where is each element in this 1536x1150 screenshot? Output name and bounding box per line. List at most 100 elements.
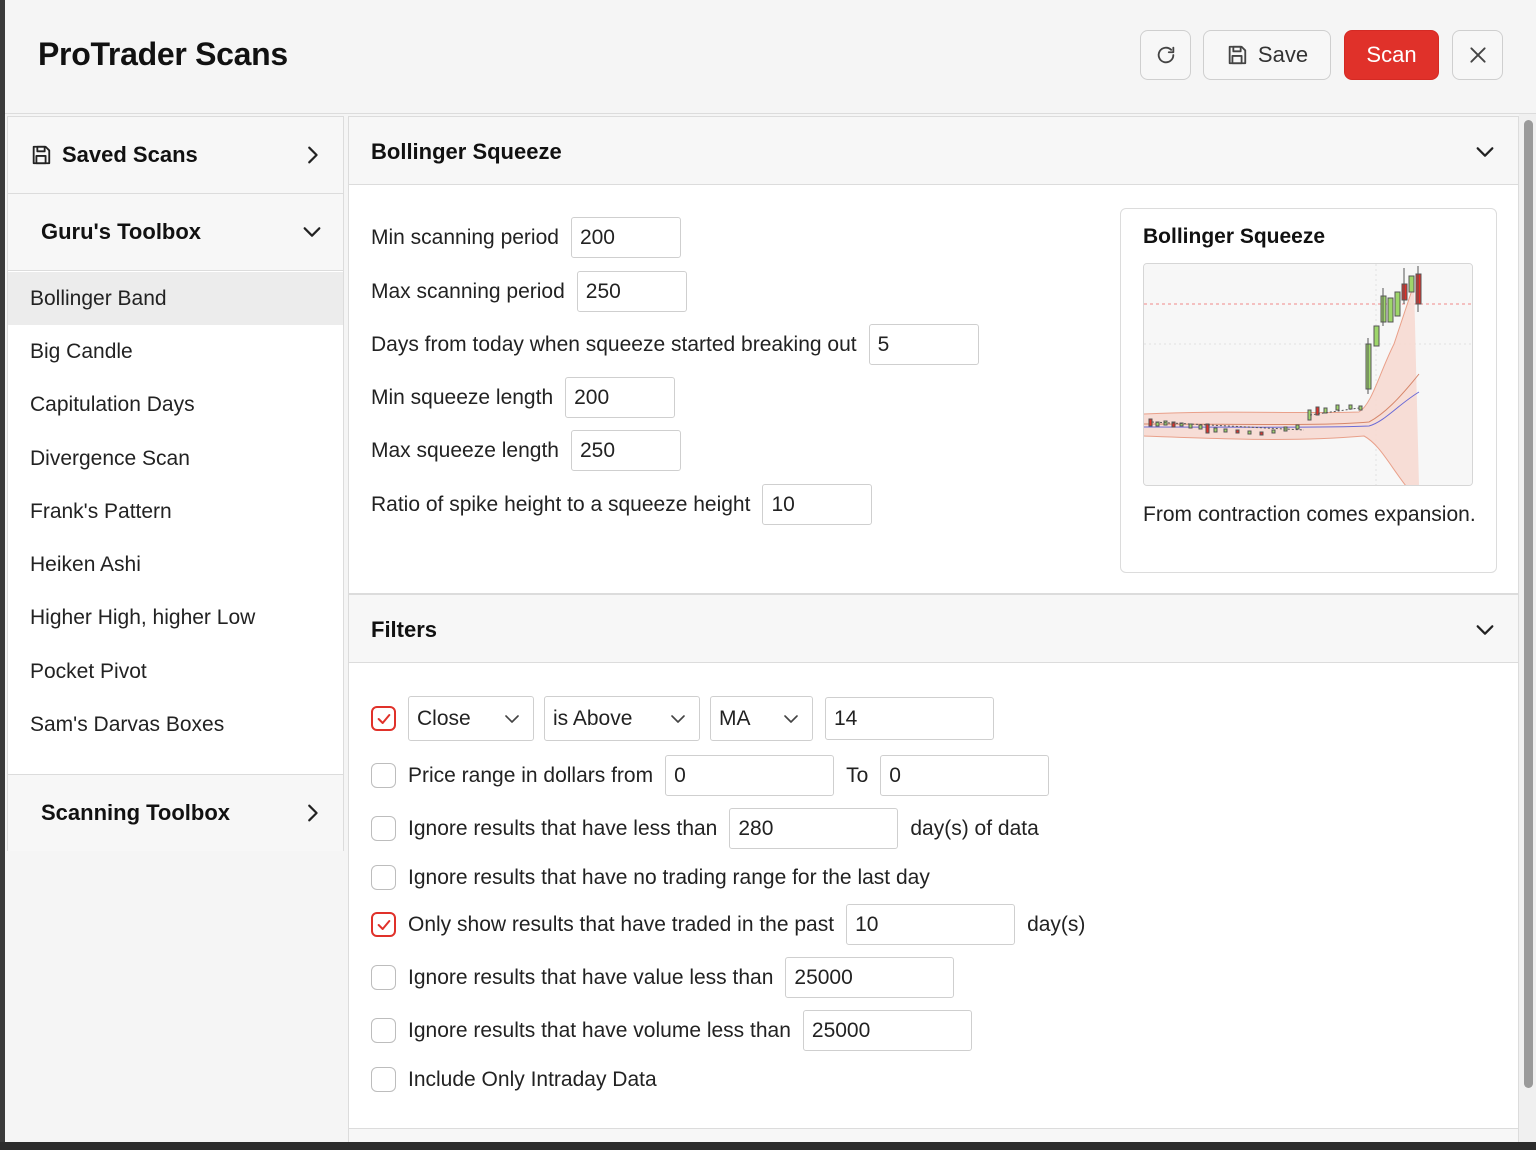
param-label: Days from today when squeeze started bre…	[371, 332, 857, 356]
saved-scans-section[interactable]: Saved Scans	[8, 117, 343, 194]
min-value-input[interactable]: 25000	[785, 957, 955, 998]
chevron-down-icon	[671, 714, 685, 723]
price-range-label: Price range in dollars from	[408, 763, 654, 787]
refresh-button[interactable]	[1140, 30, 1191, 80]
preview-title: Bollinger Squeeze	[1143, 225, 1326, 248]
price-range-checkbox[interactable]	[371, 763, 396, 788]
scan-button[interactable]: Scan	[1344, 30, 1439, 80]
min-value-checkbox[interactable]	[371, 965, 396, 990]
sidebar-item-sams-darvas-boxes[interactable]: Sam's Darvas Boxes	[8, 698, 343, 752]
close-button[interactable]	[1452, 30, 1503, 80]
saved-scans-title: Saved Scans	[62, 142, 198, 167]
filters-panel-header[interactable]: Filters	[349, 595, 1518, 663]
sidebar: Saved Scans Guru's Toolbox Bollinger Ban…	[5, 114, 345, 1142]
param-row-days-from-today: Days from today when squeeze started bre…	[371, 324, 979, 365]
filter-min-volume-row: Ignore results that have volume less tha…	[371, 1010, 972, 1051]
chevron-right-icon	[308, 804, 318, 822]
sidebar-item-pocket-pivot[interactable]: Pocket Pivot	[8, 645, 343, 699]
sidebar-item-franks-pattern[interactable]: Frank's Pattern	[8, 485, 343, 539]
field-select[interactable]: Close	[408, 696, 534, 741]
next-panel-edge	[348, 1128, 1519, 1142]
intraday-checkbox[interactable]	[371, 1067, 396, 1092]
save-button[interactable]: Save	[1203, 30, 1331, 80]
bollinger-panel-title: Bollinger Squeeze	[371, 139, 562, 164]
refresh-icon	[1157, 46, 1174, 64]
preview-description: From contraction comes expansion.	[1143, 503, 1476, 526]
bollinger-panel-header[interactable]: Bollinger Squeeze	[349, 117, 1518, 185]
check-icon	[377, 919, 390, 930]
spike-ratio-input[interactable]: 10	[762, 484, 873, 525]
check-icon	[377, 713, 390, 724]
scan-label: Scan	[1366, 42, 1417, 67]
sidebar-item-divergence-scan[interactable]: Divergence Scan	[8, 431, 343, 486]
save-icon	[1228, 45, 1247, 65]
max-squeeze-length-input[interactable]: 250	[570, 430, 681, 471]
traded-past-label: Only show results that have traded in th…	[408, 912, 835, 936]
param-label: Min scanning period	[371, 225, 559, 249]
indicator-select[interactable]: MA	[710, 696, 813, 741]
sidebar-item-big-candle[interactable]: Big Candle	[8, 325, 343, 379]
indicator-select-value: MA	[719, 706, 751, 730]
scanning-toolbox-section[interactable]: Scanning Toolbox	[8, 774, 343, 851]
filters-panel: Filters Close is Above MA 14 Price range…	[348, 594, 1519, 1130]
chevron-down-icon	[1476, 625, 1494, 635]
gurus-toolbox-section[interactable]: Guru's Toolbox	[8, 194, 343, 271]
max-scanning-period-input[interactable]: 250	[576, 271, 687, 312]
price-to-input[interactable]: 0	[880, 755, 1050, 796]
min-data-input[interactable]: 280	[729, 808, 899, 849]
intraday-label: Include Only Intraday Data	[408, 1067, 657, 1091]
days-breaking-out-input[interactable]: 5	[868, 324, 979, 365]
no-range-checkbox[interactable]	[371, 865, 396, 890]
operator-select-value: is Above	[553, 706, 633, 730]
chevron-down-icon	[505, 714, 519, 723]
param-label: Max scanning period	[371, 279, 565, 303]
param-row-spike-ratio: Ratio of spike height to a squeeze heigh…	[371, 484, 873, 525]
traded-past-input[interactable]: 10	[846, 904, 1016, 945]
gurus-toolbox-title: Guru's Toolbox	[41, 219, 202, 244]
main-content: Bollinger Squeeze Min scanning period 20…	[348, 114, 1519, 1142]
sidebar-item-capitulation-days[interactable]: Capitulation Days	[8, 378, 343, 432]
traded-past-suffix: day(s)	[1027, 912, 1086, 936]
traded-past-checkbox[interactable]	[371, 912, 396, 937]
param-row-min-scanning: Min scanning period 200	[371, 217, 681, 258]
sidebar-item-bollinger-band[interactable]: Bollinger Band	[8, 272, 343, 326]
min-volume-input[interactable]: 25000	[802, 1010, 972, 1051]
min-data-suffix: day(s) of data	[910, 816, 1039, 840]
filter-min-value-row: Ignore results that have value less than…	[371, 957, 955, 998]
param-label: Ratio of spike height to a squeeze heigh…	[371, 492, 751, 516]
filter-no-range-row: Ignore results that have no trading rang…	[371, 865, 930, 890]
operator-select[interactable]: is Above	[544, 696, 700, 741]
param-row-max-scanning: Max scanning period 250	[371, 271, 687, 312]
chevron-down-icon	[784, 714, 798, 723]
bollinger-panel: Bollinger Squeeze Min scanning period 20…	[348, 116, 1519, 594]
sidebar-card: Saved Scans Guru's Toolbox Bollinger Ban…	[7, 116, 344, 851]
dialog-header: ProTrader Scans Save Scan	[5, 0, 1536, 114]
app-title: ProTrader Scans	[38, 36, 288, 72]
min-squeeze-length-input[interactable]: 200	[565, 377, 676, 418]
field-select-value: Close	[417, 706, 471, 730]
min-scanning-period-input[interactable]: 200	[570, 217, 681, 258]
min-value-label: Ignore results that have value less than	[408, 965, 774, 989]
param-label: Min squeeze length	[371, 385, 554, 409]
scrollbar-thumb[interactable]	[1524, 120, 1533, 1088]
price-to-label: To	[846, 763, 869, 787]
min-data-label: Ignore results that have less than	[408, 816, 718, 840]
close-icon	[1469, 47, 1486, 63]
condition-checkbox[interactable]	[371, 706, 396, 731]
no-range-label: Ignore results that have no trading rang…	[408, 865, 930, 889]
save-icon	[32, 145, 51, 165]
filter-intraday-row: Include Only Intraday Data	[371, 1067, 657, 1092]
min-data-checkbox[interactable]	[371, 816, 396, 841]
gurus-toolbox-list: Bollinger Band Big Candle Capitulation D…	[8, 272, 343, 752]
sidebar-item-heiken-ashi[interactable]: Heiken Ashi	[8, 538, 343, 592]
param-row-min-squeeze: Min squeeze length 200	[371, 377, 676, 418]
indicator-period-input[interactable]: 14	[825, 697, 994, 740]
min-volume-checkbox[interactable]	[371, 1018, 396, 1043]
scan-dialog: ProTrader Scans Save Scan Saved Scans Gu…	[5, 0, 1536, 1142]
save-label: Save	[1257, 42, 1309, 67]
scan-preview-card: Bollinger Squeeze From contraction comes…	[1120, 208, 1497, 573]
price-from-input[interactable]: 0	[665, 755, 835, 796]
sidebar-item-higher-high-higher-low[interactable]: Higher High, higher Low	[8, 591, 343, 646]
preview-chart-image	[1143, 263, 1473, 486]
filter-price-range-row: Price range in dollars from 0 To 0	[371, 755, 1050, 796]
